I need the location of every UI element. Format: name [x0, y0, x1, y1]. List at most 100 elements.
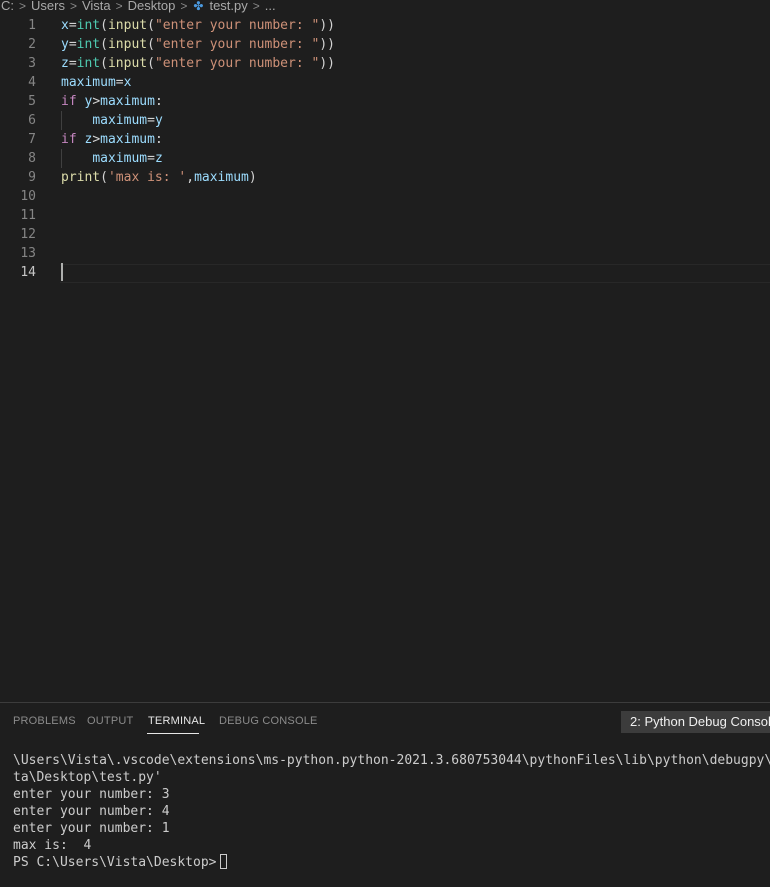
code-token: x: [123, 75, 132, 90]
code-token: ): [248, 170, 257, 185]
active-tab-indicator: [147, 733, 199, 734]
chevron-right-icon: >: [19, 0, 27, 13]
code-token: input: [107, 56, 148, 71]
code-token: (: [100, 170, 108, 185]
chevron-right-icon: >: [115, 0, 123, 13]
breadcrumb: C: > Users > Vista > Desktop > ✤ test.py >...: [0, 0, 770, 14]
code-text: x=int(input("enter your number: ")): [61, 16, 335, 35]
indent-guide: [61, 149, 62, 168]
code-token: :: [154, 94, 163, 109]
code-line[interactable]: 4 maximum=x: [0, 73, 770, 92]
line-number: 12: [20, 227, 36, 242]
code-text: y=int(input("enter your number: ")): [61, 35, 335, 54]
code-token: maximum: [92, 113, 148, 128]
code-token: =: [68, 37, 77, 52]
breadcrumb-item-desktop[interactable]: Desktop: [127, 0, 177, 12]
code-token: >: [92, 94, 101, 109]
terminal-line: ta\Desktop\test.py': [13, 770, 162, 785]
text-cursor: [61, 263, 63, 281]
tab-terminal[interactable]: TERMINAL: [148, 715, 205, 727]
line-number: 6: [28, 113, 36, 128]
code-line[interactable]: 5 if y>maximum:: [0, 92, 770, 111]
code-token: "enter your number: ": [154, 37, 320, 52]
code-token: )): [319, 56, 335, 71]
tab-output[interactable]: OUTPUT: [87, 715, 133, 727]
tab-problems[interactable]: PROBLEMS: [13, 715, 76, 727]
breadcrumb-item-drive[interactable]: C:: [0, 0, 15, 12]
code-text: maximum=z: [61, 149, 163, 168]
code-token: )): [319, 37, 335, 52]
code-token: z: [154, 151, 163, 166]
code-line[interactable]: 14: [0, 263, 770, 282]
terminal-line: enter your number: 4: [13, 804, 170, 819]
code-line[interactable]: 11: [0, 206, 770, 225]
line-number: 11: [20, 208, 36, 223]
chevron-right-icon: >: [180, 0, 188, 13]
code-token: (: [100, 56, 108, 71]
code-token: (: [100, 18, 108, 33]
terminal-prompt-line[interactable]: PS C:\Users\Vista\Desktop>: [13, 854, 770, 871]
code-line[interactable]: 8 maximum=z: [0, 149, 770, 168]
line-number: 10: [20, 189, 36, 204]
code-token: (: [100, 37, 108, 52]
terminal-prompt: PS C:\Users\Vista\Desktop>: [13, 855, 217, 870]
code-token: int: [76, 56, 101, 71]
code-token: "enter your number: ": [154, 56, 320, 71]
line-number: 1: [28, 18, 36, 33]
code-token: maximum: [92, 151, 148, 166]
code-token: ,: [186, 170, 195, 185]
code-token: >: [92, 132, 101, 147]
code-line[interactable]: 1 x=int(input("enter your number: ")): [0, 16, 770, 35]
chevron-right-icon: >: [69, 0, 77, 13]
code-token: int: [76, 18, 101, 33]
code-text: z=int(input("enter your number: ")): [61, 54, 335, 73]
code-line[interactable]: 12: [0, 225, 770, 244]
breadcrumb-item-vista[interactable]: Vista: [81, 0, 112, 12]
code-token: :: [154, 132, 163, 147]
line-number: 2: [28, 37, 36, 52]
code-token: if: [61, 94, 77, 109]
terminal-line: \Users\Vista\.vscode\extensions\ms-pytho…: [13, 753, 770, 768]
code-editor[interactable]: 1 x=int(input("enter your number: ")) 2 y=i…: [0, 16, 770, 702]
code-token: =: [147, 151, 155, 166]
python-icon: ✤: [193, 0, 204, 13]
terminal-select-dropdown[interactable]: 2: Python Debug Console: [621, 711, 770, 733]
code-line[interactable]: 6 maximum=y: [0, 111, 770, 130]
code-token: if: [61, 132, 77, 147]
code-text: maximum=x: [61, 73, 131, 92]
code-token: (: [147, 37, 155, 52]
indent-guide: [61, 111, 62, 130]
breadcrumb-item-users[interactable]: Users: [30, 0, 66, 12]
code-token: maximum: [61, 75, 116, 90]
code-line[interactable]: 13: [0, 244, 770, 263]
code-line[interactable]: 9 print('max is: ',maximum): [0, 168, 770, 187]
code-token: (: [147, 18, 155, 33]
code-token: =: [68, 56, 77, 71]
code-line[interactable]: 2 y=int(input("enter your number: ")): [0, 35, 770, 54]
code-token: )): [319, 18, 335, 33]
code-token: =: [68, 18, 77, 33]
code-line[interactable]: 7 if z>maximum:: [0, 130, 770, 149]
tab-debug-console[interactable]: DEBUG CONSOLE: [219, 715, 318, 727]
line-number: 9: [28, 170, 36, 185]
line-number: 5: [28, 94, 36, 109]
terminal-cursor: [219, 854, 227, 869]
line-number: 3: [28, 56, 36, 71]
code-text: print('max is: ',maximum): [61, 168, 257, 187]
terminal-output[interactable]: \Users\Vista\.vscode\extensions\ms-pytho…: [13, 752, 770, 887]
code-line[interactable]: 3 z=int(input("enter your number: ")): [0, 54, 770, 73]
line-number: 13: [20, 246, 36, 261]
code-token: y: [61, 37, 69, 52]
code-token: maximum: [194, 170, 249, 185]
breadcrumb-item-more[interactable]: ...: [264, 0, 277, 12]
terminal-line: max is: 4: [13, 838, 92, 853]
code-token: =: [147, 113, 155, 128]
code-token: maximum: [100, 94, 155, 109]
code-line[interactable]: 10: [0, 187, 770, 206]
terminal-line: enter your number: 3: [13, 787, 170, 802]
breadcrumb-item-file[interactable]: test.py: [208, 0, 248, 12]
code-text: if y>maximum:: [61, 92, 163, 111]
line-number: 4: [28, 75, 36, 90]
